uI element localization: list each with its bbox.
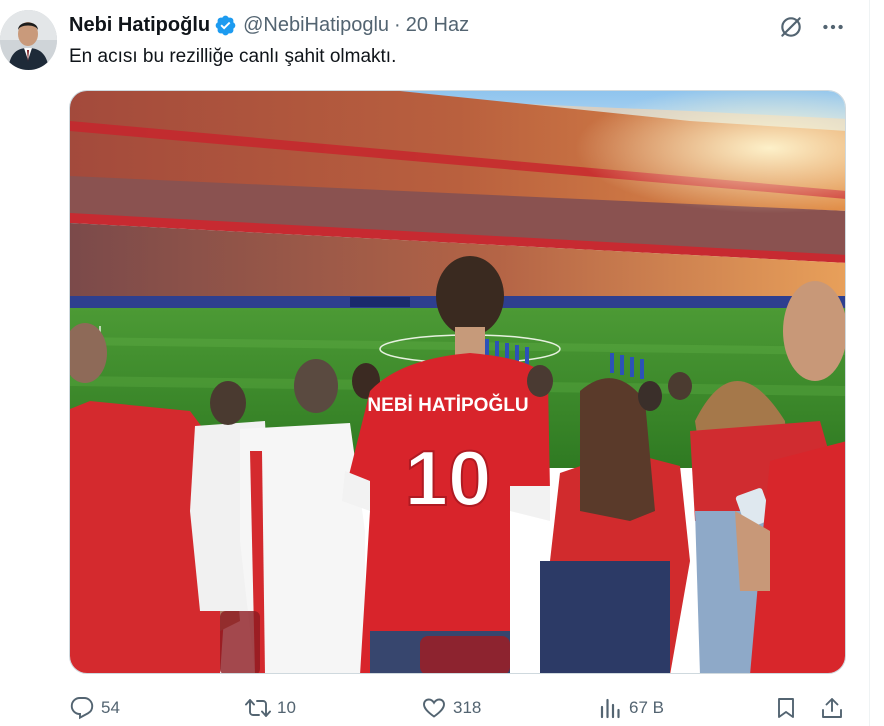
repost-icon — [245, 695, 271, 721]
user-handle[interactable]: @NebiHatipoglu — [243, 14, 389, 37]
column-divider — [869, 0, 870, 726]
bookmark-button[interactable] — [773, 692, 799, 724]
tweet-header: Nebi Hatipoğlu @NebiHatipoglu · 20 Haz — [69, 12, 469, 38]
jersey-number-text: 10 — [405, 434, 492, 522]
separator-dot: · — [394, 13, 401, 36]
tweet-photo[interactable]: NEBİ HATİPOĞLU 10 — [69, 90, 846, 674]
reply-icon — [69, 695, 95, 721]
views-count: 67 B — [629, 698, 664, 717]
share-button[interactable] — [819, 692, 845, 724]
repost-count: 10 — [277, 698, 296, 717]
views-icon — [597, 695, 623, 721]
grok-button[interactable] — [776, 12, 806, 42]
heart-icon — [421, 695, 447, 721]
tweet[interactable]: Nebi Hatipoğlu @NebiHatipoglu · 20 Haz E… — [0, 0, 884, 726]
more-options-button[interactable] — [818, 12, 848, 42]
display-name[interactable]: Nebi Hatipoğlu — [69, 14, 210, 37]
stadium-photo: NEBİ HATİPOĞLU 10 — [70, 91, 845, 673]
avatar[interactable] — [0, 10, 57, 70]
reply-count: 54 — [101, 698, 120, 717]
reply-button[interactable]: 54 — [69, 692, 120, 724]
tweet-actions: 54 10 318 67 B — [69, 692, 849, 724]
jersey-name-text: NEBİ HATİPOĞLU — [367, 394, 528, 416]
like-count: 318 — [453, 698, 482, 717]
tweet-text: En acısı bu rezilliğe canlı şahit olmakt… — [69, 46, 397, 67]
views-button[interactable]: 67 B — [597, 692, 664, 724]
verified-badge-icon[interactable] — [214, 14, 237, 37]
more-icon — [823, 24, 843, 30]
like-button[interactable]: 318 — [421, 692, 481, 724]
bookmark-icon — [773, 695, 799, 721]
grok-icon — [781, 17, 801, 37]
share-icon — [819, 695, 845, 721]
repost-button[interactable]: 10 — [245, 692, 296, 724]
timestamp[interactable]: 20 Haz — [406, 14, 469, 37]
avatar-image — [0, 10, 57, 70]
